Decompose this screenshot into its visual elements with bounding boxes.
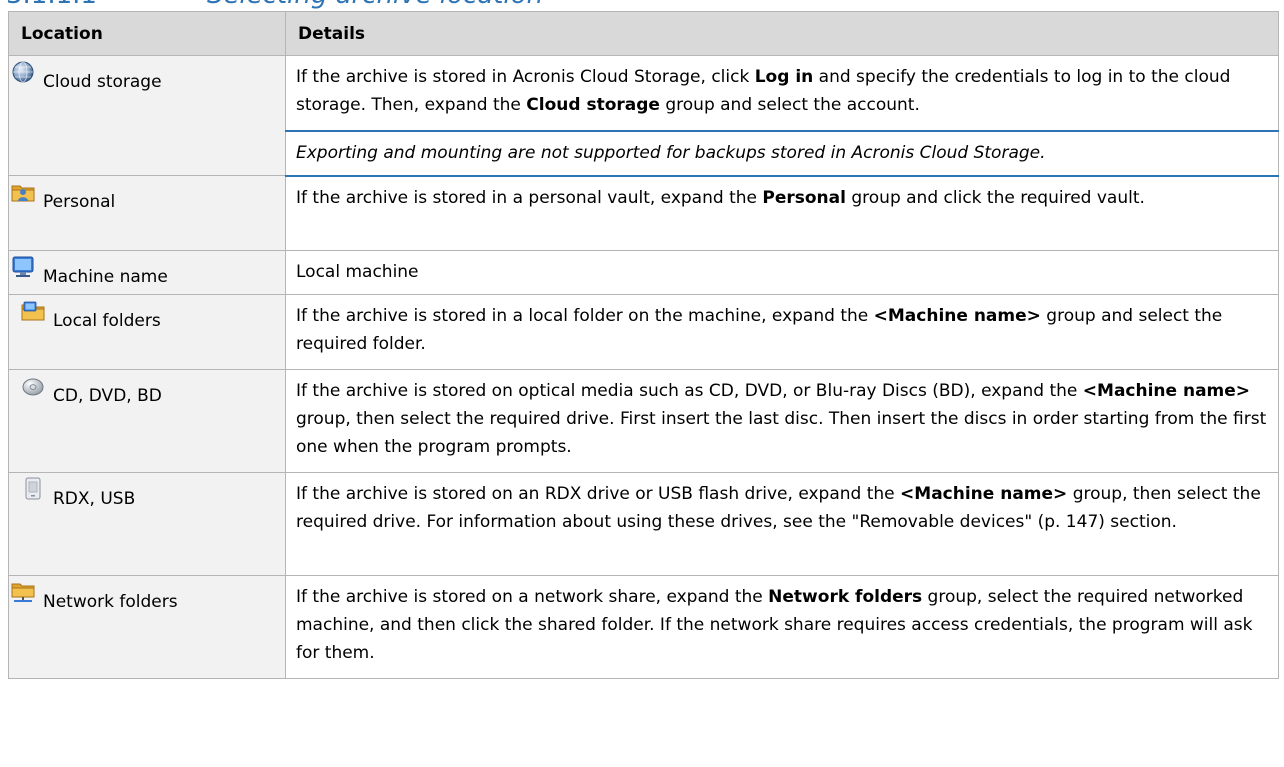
details-text: If the archive is stored on a network sh… (296, 587, 769, 607)
details-text: If the archive is stored in a local fold… (296, 306, 874, 326)
details-cell: If the archive is stored on a network sh… (285, 575, 1279, 679)
location-column-header: Location (8, 11, 286, 56)
location-cell: Personal (8, 175, 286, 251)
removable-drive-icon (21, 477, 45, 501)
location-label: CD, DVD, BD (53, 386, 162, 406)
local-folders-icon (21, 299, 45, 323)
details-text: Local machine (296, 262, 419, 282)
details-cell: If the archive is stored in a local fold… (285, 294, 1279, 370)
section-heading: 3.1.1.1 Selecting archive location (0, 0, 1284, 11)
location-cell: Network folders (8, 575, 286, 679)
details-bold-text: <Machine name> (873, 306, 1041, 326)
details-bold-text: Cloud storage (526, 95, 660, 115)
location-label: RDX, USB (53, 489, 136, 509)
location-table: Location Details Cloud storage If the ar… (8, 11, 1279, 679)
details-bold-text: Log in (754, 67, 814, 87)
details-cell: If the archive is stored on an RDX drive… (285, 472, 1279, 576)
personal-vault-icon (11, 180, 35, 204)
table-header-row: Location Details (8, 11, 1279, 56)
table-row: Machine name Local machine (8, 250, 1279, 295)
location-cell: Machine name (8, 250, 286, 295)
table-row: Local folders If the archive is stored i… (8, 294, 1279, 370)
details-cell: If the archive is stored on optical medi… (285, 369, 1279, 473)
note-text: Exporting and mounting are not supported… (296, 142, 1046, 163)
table-row: CD, DVD, BD If the archive is stored on … (8, 369, 1279, 473)
details-text: If the archive is stored on optical medi… (296, 381, 1083, 401)
location-cell: RDX, USB (8, 472, 286, 576)
table-row: RDX, USB If the archive is stored on an … (8, 472, 1279, 576)
location-cell: Local folders (8, 294, 286, 370)
machine-icon (11, 255, 35, 279)
section-title: Selecting archive location (207, 0, 543, 10)
details-text: If the archive is stored in Acronis Clou… (296, 67, 755, 87)
details-text: If the archive is stored in a personal v… (296, 187, 763, 208)
section-number: 3.1.1.1 (6, 0, 97, 10)
location-label: Cloud storage (43, 72, 162, 92)
details-bold-text: <Machine name> (1082, 381, 1251, 401)
details-cell: If the archive is stored in a personal v… (285, 175, 1279, 251)
details-text: group and select the account. (659, 95, 920, 115)
note-cell: Exporting and mounting are not supported… (285, 129, 1279, 177)
details-bold-text: Personal (762, 187, 846, 208)
table-row: Network folders If the archive is stored… (8, 575, 1279, 679)
cloud-storage-icon (11, 60, 35, 84)
location-label: Personal (43, 192, 116, 212)
table-row: Cloud storage If the archive is stored i… (8, 55, 1279, 176)
details-cell: Local machine (285, 250, 1279, 295)
details-column-header: Details (285, 11, 1279, 56)
location-cell: Cloud storage (8, 55, 286, 176)
location-label: Local folders (53, 311, 161, 331)
details-text: group and click the required vault. (845, 187, 1145, 208)
details-text: group, then select the required drive. F… (296, 409, 1267, 457)
location-label: Machine name (43, 267, 168, 287)
table-row: Personal If the archive is stored in a p… (8, 175, 1279, 251)
details-cell: If the archive is stored in Acronis Clou… (285, 55, 1279, 131)
network-folders-icon (11, 580, 35, 604)
details-bold-text: <Machine name> (900, 484, 1068, 504)
location-cell: CD, DVD, BD (8, 369, 286, 473)
location-label: Network folders (43, 592, 178, 612)
details-bold-text: Network folders (768, 587, 923, 607)
details-text: If the archive is stored on an RDX drive… (296, 484, 901, 504)
optical-disc-icon (21, 374, 45, 398)
